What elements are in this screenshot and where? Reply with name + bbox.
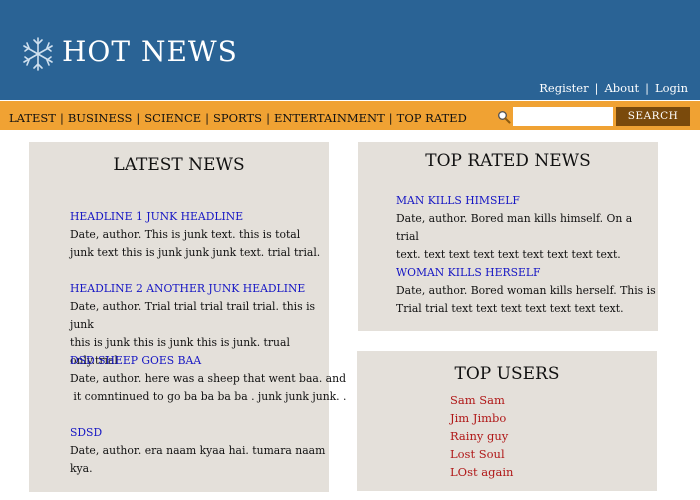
nav-item-top-rated[interactable]: TOP RATED xyxy=(397,111,467,125)
news-summary-line: Trial trial text text text text text tex… xyxy=(396,302,624,315)
nav-separator: | xyxy=(136,111,141,125)
user-link[interactable]: Sam Sam xyxy=(450,391,513,409)
user-link[interactable]: Lost Soul xyxy=(450,445,513,463)
news-headline-link[interactable]: WOMAN KILLS HERSELF xyxy=(396,264,656,282)
search-button[interactable]: SEARCH xyxy=(616,107,690,126)
news-item: MAN KILLS HIMSELF Date, author. Bored ma… xyxy=(396,192,658,264)
nav-separator: | xyxy=(59,111,64,125)
news-item: WOMAN KILLS HERSELF Date, author. Bored … xyxy=(396,264,656,318)
latest-news-panel: LATEST NEWS HEADLINE 1 JUNK HEADLINE Dat… xyxy=(29,142,346,492)
user-link[interactable]: Jim Jimbo xyxy=(450,409,513,427)
site-title[interactable]: HOT NEWS xyxy=(62,34,238,70)
news-item: SDSD Date, author. era naam kyaa hai. tu… xyxy=(70,424,329,478)
site-header: HOT NEWS Register | About | Login xyxy=(0,0,700,100)
about-link[interactable]: About xyxy=(604,81,639,95)
news-summary-line: Date, author. Trial trial trial trail tr… xyxy=(70,300,316,331)
news-summary-line: text. text text text text text text text… xyxy=(396,248,621,261)
account-links: Register | About | Login xyxy=(539,80,688,96)
news-headline-link[interactable]: DSD SHEEP GOES BAA xyxy=(70,352,346,370)
news-summary-line: junk text this is junk junk junk text. t… xyxy=(70,246,321,259)
nav-item-entertainment[interactable]: ENTERTAINMENT xyxy=(274,111,385,125)
nav-separator: | xyxy=(266,111,270,125)
news-headline-link[interactable]: SDSD xyxy=(70,424,329,442)
magnifier-icon xyxy=(498,111,511,124)
nav-separator: | xyxy=(388,111,393,125)
top-users-panel: TOP USERS Sam Sam Jim Jimbo Rainy guy Lo… xyxy=(357,351,657,491)
link-separator: | xyxy=(645,81,649,95)
nav-separator: | xyxy=(205,111,210,125)
news-item: DSD SHEEP GOES BAA Date, author. here wa… xyxy=(70,352,346,406)
news-summary-line: Date, author. This is junk text. this is… xyxy=(70,228,301,241)
news-summary-line: Date, author. Bored woman kills herself.… xyxy=(396,284,656,297)
search-input[interactable] xyxy=(513,107,613,126)
news-item: HEADLINE 1 JUNK HEADLINE Date, author. T… xyxy=(70,208,320,262)
link-separator: | xyxy=(594,81,599,95)
user-list: Sam Sam Jim Jimbo Rainy guy Lost Soul LO… xyxy=(450,391,513,481)
news-summary-line: Date, author. era naam kyaa hai. tumara … xyxy=(70,444,326,475)
news-summary-line: Date, author. here was a sheep that went… xyxy=(70,372,346,385)
nav-item-latest[interactable]: LATEST xyxy=(9,111,56,125)
top-rated-news-title: TOP RATED NEWS xyxy=(425,151,591,171)
nav-items: LATEST | BUSINESS | SCIENCE | SPORTS | ENTERTAIN… xyxy=(9,110,467,126)
nav-item-sports[interactable]: SPORTS xyxy=(213,111,262,125)
user-link[interactable]: LOst again xyxy=(450,463,513,481)
nav-item-science[interactable]: SCIENCE xyxy=(144,111,201,125)
news-summary-line: it comntinued to go ba ba ba ba . junk j… xyxy=(70,390,347,403)
news-headline-link[interactable]: MAN KILLS HIMSELF xyxy=(396,192,658,210)
news-summary-line: Date, author. Bored man kills himself. O… xyxy=(396,212,633,243)
top-rated-news-panel: TOP RATED NEWS MAN KILLS HIMSELF Date, a… xyxy=(358,142,658,331)
user-link[interactable]: Rainy guy xyxy=(450,427,513,445)
login-link[interactable]: Login xyxy=(655,81,688,95)
snowflake-icon[interactable] xyxy=(22,36,54,72)
latest-news-title: LATEST NEWS xyxy=(113,155,245,175)
news-headline-link[interactable]: HEADLINE 2 ANOTHER JUNK HEADLINE xyxy=(70,280,329,298)
top-users-title: TOP USERS xyxy=(454,364,560,384)
nav-item-business[interactable]: BUSINESS xyxy=(68,111,133,125)
register-link[interactable]: Register xyxy=(539,81,588,95)
news-headline-link[interactable]: HEADLINE 1 JUNK HEADLINE xyxy=(70,208,320,226)
